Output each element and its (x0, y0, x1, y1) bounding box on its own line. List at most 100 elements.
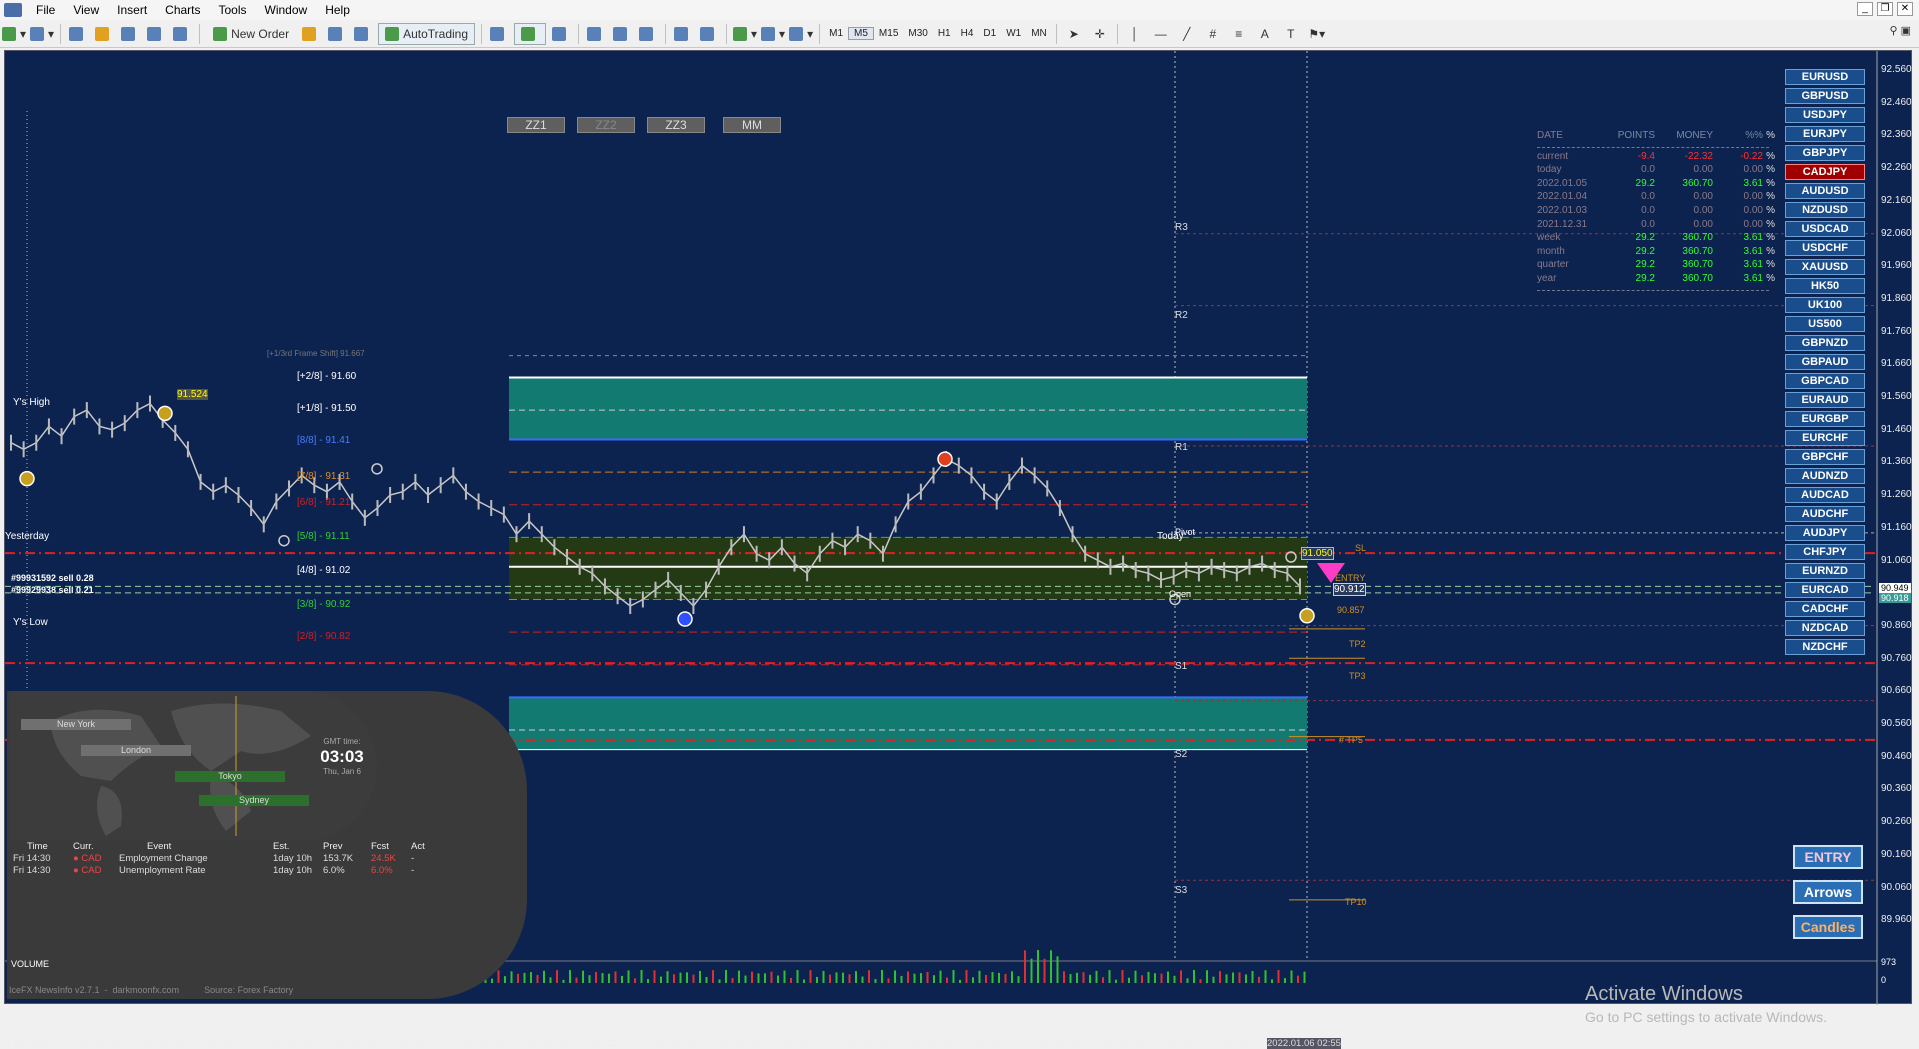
stats-row: quarter 29.2 360.70 3.61% (1537, 258, 1777, 272)
chart-shift-button[interactable] (698, 23, 720, 45)
tf-m15[interactable]: M15 (874, 28, 903, 39)
symbol-button-usdjpy[interactable]: USDJPY (1785, 107, 1865, 123)
close-button[interactable]: ✕ (1897, 2, 1913, 16)
stats-row-points: 0.0 (1641, 204, 1655, 216)
autoscroll-button[interactable] (672, 23, 694, 45)
menu-charts[interactable]: Charts (159, 0, 212, 20)
data-window-button[interactable] (119, 23, 141, 45)
profiles-button[interactable]: ▾ (30, 23, 54, 45)
tf-h4[interactable]: H4 (956, 28, 979, 39)
new-chart-button[interactable]: ▾ (2, 23, 26, 45)
symbol-button-nzdchf[interactable]: NZDCHF (1785, 639, 1865, 655)
stats-row-money: 0.00 (1693, 204, 1713, 216)
symbol-button-gbpjpy[interactable]: GBPJPY (1785, 145, 1865, 161)
templates-button[interactable]: ▾ (789, 23, 813, 45)
metaeditor-button[interactable] (300, 23, 322, 45)
tab-mm[interactable]: MM (723, 117, 781, 133)
symbol-button-audusd[interactable]: AUDUSD (1785, 183, 1865, 199)
symbol-button-audjpy[interactable]: AUDJPY (1785, 525, 1865, 541)
restore-button[interactable]: ❐ (1877, 2, 1893, 16)
label-button[interactable]: T (1280, 23, 1302, 45)
line-chart-button[interactable] (550, 23, 572, 45)
symbol-button-gbpusd[interactable]: GBPUSD (1785, 88, 1865, 104)
signal-arrow-icon (677, 611, 693, 627)
symbol-button-us500[interactable]: US500 (1785, 316, 1865, 332)
zoom-in-button[interactable] (585, 23, 607, 45)
tab-zz2[interactable]: ZZ2 (577, 117, 635, 133)
tp10-label: TP10 (1345, 897, 1367, 907)
tf-w1[interactable]: W1 (1001, 28, 1026, 39)
autotrading-button[interactable]: AutoTrading (378, 22, 476, 45)
symbol-button-eurcad[interactable]: EURCAD (1785, 582, 1865, 598)
symbol-button-eurjpy[interactable]: EURJPY (1785, 126, 1865, 142)
symbol-button-gbpaud[interactable]: GBPAUD (1785, 354, 1865, 370)
terminal-button[interactable] (145, 23, 167, 45)
symbol-button-eurchf[interactable]: EURCHF (1785, 430, 1865, 446)
crosshair-button[interactable]: ✛ (1089, 23, 1111, 45)
tf-m5[interactable]: M5 (848, 27, 874, 40)
symbol-button-euraud[interactable]: EURAUD (1785, 392, 1865, 408)
menu-tools[interactable]: Tools (213, 0, 259, 20)
symbol-button-cadchf[interactable]: CADCHF (1785, 601, 1865, 617)
text-icon: A (1260, 26, 1269, 41)
horizontal-line-button[interactable]: — (1150, 23, 1172, 45)
symbol-button-usdchf[interactable]: USDCHF (1785, 240, 1865, 256)
search-icon[interactable]: ⚲ ▣ (1889, 24, 1911, 37)
navigator-button[interactable] (93, 23, 115, 45)
tf-m1[interactable]: M1 (824, 28, 848, 39)
price-axis-label: 90.360 (1881, 783, 1912, 795)
minimize-button[interactable]: _ (1857, 2, 1873, 16)
candlestick-button[interactable] (514, 22, 547, 45)
symbol-button-chfjpy[interactable]: CHFJPY (1785, 544, 1865, 560)
symbol-button-hk50[interactable]: HK50 (1785, 278, 1865, 294)
murrey-level-label: [5/8] - 91.11 (297, 531, 350, 542)
entry-button[interactable]: ENTRY (1793, 845, 1863, 869)
tf-mn[interactable]: MN (1026, 28, 1052, 39)
tile-windows-button[interactable] (637, 23, 659, 45)
candles-button[interactable]: Candles (1793, 915, 1863, 939)
symbol-button-audnzd[interactable]: AUDNZD (1785, 468, 1865, 484)
tf-h1[interactable]: H1 (933, 28, 956, 39)
menu-file[interactable]: File (30, 0, 67, 20)
symbol-button-eurnzd[interactable]: EURNZD (1785, 563, 1865, 579)
symbol-button-usdcad[interactable]: USDCAD (1785, 221, 1865, 237)
symbol-button-xauusd[interactable]: XAUUSD (1785, 259, 1865, 275)
signals-button[interactable] (326, 23, 348, 45)
symbol-button-eurgbp[interactable]: EURGBP (1785, 411, 1865, 427)
tab-zz3[interactable]: ZZ3 (647, 117, 705, 133)
fibonacci-button[interactable]: ≡ (1228, 23, 1250, 45)
indicators-button[interactable]: ▾ (733, 23, 757, 45)
symbol-button-audchf[interactable]: AUDCHF (1785, 506, 1865, 522)
tf-m30[interactable]: M30 (903, 28, 932, 39)
tester-button[interactable] (171, 23, 193, 45)
text-button[interactable]: A (1254, 23, 1276, 45)
cursor-button[interactable]: ➤ (1063, 23, 1085, 45)
symbol-button-uk100[interactable]: UK100 (1785, 297, 1865, 313)
vps-button[interactable] (352, 23, 374, 45)
menu-insert[interactable]: Insert (111, 0, 159, 20)
symbol-button-nzdusd[interactable]: NZDUSD (1785, 202, 1865, 218)
tab-zz1[interactable]: ZZ1 (507, 117, 565, 133)
menu-help[interactable]: Help (319, 0, 362, 20)
menu-window[interactable]: Window (259, 0, 320, 20)
periods-button[interactable]: ▾ (761, 23, 785, 45)
menu-view[interactable]: View (67, 0, 111, 20)
shapes-button[interactable]: ⚑▾ (1306, 23, 1328, 45)
symbol-button-eurusd[interactable]: EURUSD (1785, 69, 1865, 85)
symbol-button-gbpcad[interactable]: GBPCAD (1785, 373, 1865, 389)
new-order-button[interactable]: New Order (206, 23, 296, 45)
trendline-button[interactable]: ╱ (1176, 23, 1198, 45)
symbol-button-gbpchf[interactable]: GBPCHF (1785, 449, 1865, 465)
market-watch-button[interactable] (67, 23, 89, 45)
bar-chart-button[interactable] (488, 23, 510, 45)
channel-button[interactable]: # (1202, 23, 1224, 45)
arrows-button[interactable]: Arrows (1793, 880, 1863, 904)
symbol-button-gbpnzd[interactable]: GBPNZD (1785, 335, 1865, 351)
symbol-button-audcad[interactable]: AUDCAD (1785, 487, 1865, 503)
zoom-out-button[interactable] (611, 23, 633, 45)
symbol-button-nzdcad[interactable]: NZDCAD (1785, 620, 1865, 636)
symbol-button-cadjpy[interactable]: CADJPY (1785, 164, 1865, 180)
vertical-line-button[interactable]: │ (1124, 23, 1146, 45)
tf-d1[interactable]: D1 (978, 28, 1001, 39)
chart-window[interactable]: ZZ1 ZZ2 ZZ3 MM DATE POINTS MONEY %% % cu… (4, 50, 1912, 1049)
